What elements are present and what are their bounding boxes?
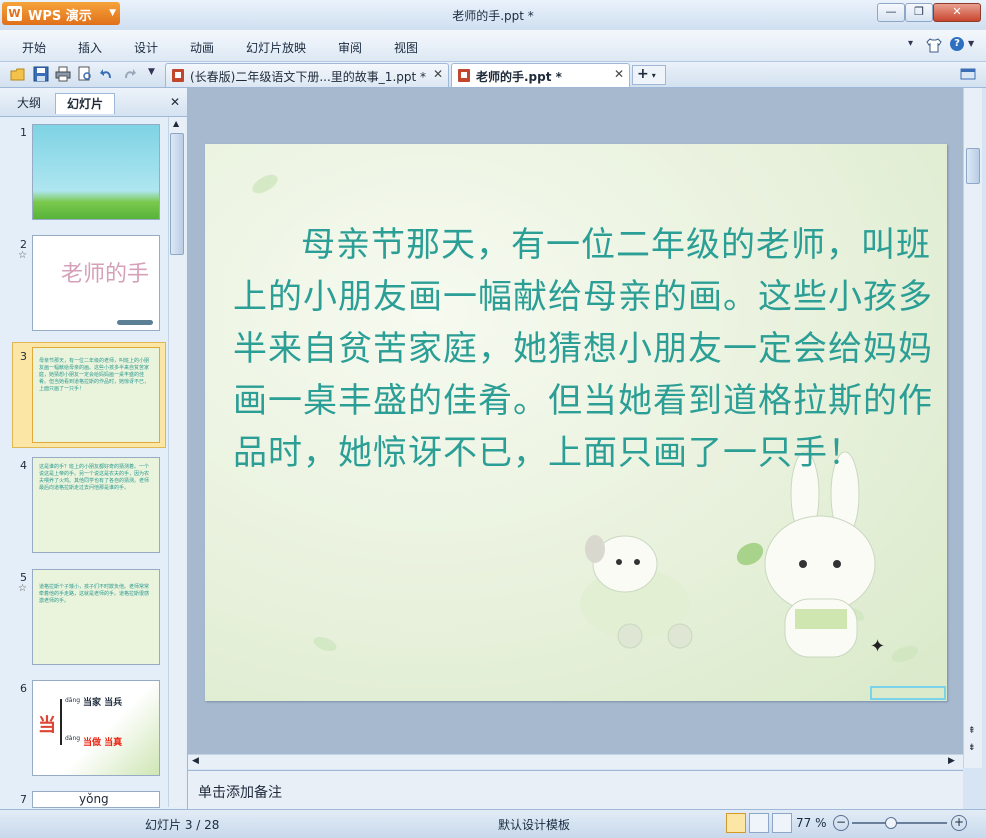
panel-tabs: 大纲 幻灯片 ✕ <box>0 88 187 117</box>
normal-view-button[interactable] <box>726 813 746 833</box>
thumb-text: 母亲节那天，有一位二年级的老师，叫班上的小朋友画一幅献给母亲的画。这些小孩多半来… <box>39 358 150 392</box>
dog-illustration <box>580 535 693 649</box>
prev-slide-icon[interactable]: ⇞ <box>968 726 976 736</box>
slide-thumb-4[interactable]: 这是谁的手？班上的小朋友都好奇的猜测着。一个说这是上帝的手。另一个说这是农夫的手… <box>32 457 160 553</box>
save-icon[interactable] <box>33 66 49 82</box>
print-icon[interactable] <box>55 66 71 82</box>
svg-text:✦: ✦ <box>870 636 885 657</box>
zoom-in-button[interactable]: + <box>951 815 967 831</box>
thumb-title: 老师的手 <box>61 262 150 287</box>
animation-star-icon: ☆ <box>18 583 27 594</box>
tab-outline[interactable]: 大纲 <box>9 93 49 113</box>
help-icon[interactable]: ? <box>950 37 964 51</box>
thumb-words: 当家 当兵 <box>83 698 123 708</box>
new-tab-button[interactable]: + ▾ <box>632 65 666 85</box>
print-preview-icon[interactable] <box>77 66 93 82</box>
slideshow-view-button[interactable] <box>772 813 792 833</box>
tab-close-icon[interactable]: ✕ <box>614 67 624 81</box>
scroll-up-icon[interactable]: ▲ <box>173 119 179 128</box>
toolbar-dropdown-icon[interactable]: ▼ <box>148 67 155 77</box>
chevron-down-icon: ▼ <box>109 8 116 18</box>
zoom-level: 77 % <box>796 816 827 830</box>
nav-buttons-icon <box>117 320 153 325</box>
menu-animation[interactable]: 动画 <box>190 39 214 56</box>
restore-button[interactable]: ❐ <box>905 3 933 22</box>
undo-icon[interactable] <box>99 66 115 82</box>
redo-icon[interactable] <box>121 66 137 82</box>
status-bar: 幻灯片 3 / 28 默认设计模板 77 % − + <box>0 809 986 838</box>
zoom-slider-knob[interactable] <box>885 817 897 829</box>
tab-doc-1[interactable]: (长春版)二年级语文下册...里的故事_1.ppt * ✕ <box>165 63 449 87</box>
thumb-text: 这是谁的手？班上的小朋友都好奇的猜测着。一个说这是上帝的手。另一个说这是农夫的手… <box>39 464 150 491</box>
slides-panel: 大纲 幻灯片 ✕ 1 2 ☆ 老师的手 3 母亲节那天，有一位二年级的老师，叫班… <box>0 88 188 809</box>
thumb-number: 4 <box>20 459 27 472</box>
slide-editor: ✦ 母亲节那天，有一位二年级的老师，叫班上的小朋友画一幅献给母亲的画。这些小孩多… <box>188 88 982 769</box>
slide-thumb-3[interactable]: 母亲节那天，有一位二年级的老师，叫班上的小朋友画一幅献给母亲的画。这些小孩多半来… <box>32 347 160 443</box>
thumb-char: 当 <box>38 715 56 736</box>
slide-thumb-1[interactable] <box>32 124 160 220</box>
template-name[interactable]: 默认设计模板 <box>498 816 570 833</box>
thumb-number: 6 <box>20 682 27 695</box>
slide-body-text[interactable]: 母亲节那天，有一位二年级的老师，叫班上的小朋友画一幅献给母亲的画。这些小孩多半来… <box>233 219 933 479</box>
thumb-bracket <box>60 699 62 745</box>
thumb-pinyin: yǒng <box>79 792 109 806</box>
menu-view[interactable]: 视图 <box>394 39 418 56</box>
app-name: WPS 演示 <box>28 9 92 24</box>
zoom-slider[interactable] <box>852 817 947 829</box>
slide-thumb-5[interactable]: 道格拉斯个子矮小，孩子们不时欺负他。老师常常牵着他的手走路，这就是老师的手。道格… <box>32 569 160 665</box>
ppt-file-icon <box>458 69 470 82</box>
slide-sorter-view-button[interactable] <box>749 813 769 833</box>
title-bar: 老师的手.ppt * W WPS 演示 ▼ — ❐ ✕ <box>0 0 986 31</box>
menu-review[interactable]: 审阅 <box>338 39 362 56</box>
panel-scroll-thumb[interactable] <box>170 133 184 255</box>
tab-doc-1-label: (长春版)二年级语文下册...里的故事_1.ppt * <box>190 70 427 84</box>
slide-scroll-thumb[interactable] <box>966 148 980 184</box>
menu-slideshow[interactable]: 幻灯片放映 <box>246 39 306 56</box>
rabbit-illustration <box>736 451 876 658</box>
next-slide-icon[interactable]: ⇟ <box>968 743 976 753</box>
ppt-file-icon <box>172 69 184 82</box>
help-dropdown-icon[interactable]: ▼ <box>968 39 974 48</box>
menu-home[interactable]: 开始 <box>22 39 46 56</box>
thumb-number: 7 <box>20 793 27 806</box>
animation-star-icon: ☆ <box>18 250 27 261</box>
thumb-pinyin: dāng <box>65 697 81 704</box>
notes-placeholder: 单击添加备注 <box>198 785 282 801</box>
slide-counter: 幻灯片 3 / 28 <box>145 818 220 832</box>
tab-doc-2[interactable]: 老师的手.ppt * ✕ <box>451 63 630 87</box>
thumb-words: 当做 当真 <box>83 738 123 748</box>
skin-shirt-icon[interactable] <box>926 38 942 53</box>
panel-close-icon[interactable]: ✕ <box>170 95 180 109</box>
slide-scrollbar[interactable]: ⇞ ⇟ <box>963 88 982 768</box>
current-slide[interactable]: ✦ 母亲节那天，有一位二年级的老师，叫班上的小朋友画一幅献给母亲的画。这些小孩多… <box>205 144 947 701</box>
quick-toolbar: ▼ (长春版)二年级语文下册...里的故事_1.ppt * ✕ 老师的手.ppt… <box>0 62 986 88</box>
wps-logo-icon: W <box>7 6 22 21</box>
slide-thumb-7[interactable]: yǒng <box>32 791 160 808</box>
tab-close-icon[interactable]: ✕ <box>433 67 443 81</box>
thumb-number: 1 <box>20 126 27 139</box>
app-menu-button[interactable]: W WPS 演示 ▼ <box>2 2 120 25</box>
menu-bar: 开始 插入 设计 动画 幻灯片放映 审阅 视图 ▾ ? ▼ <box>0 30 986 62</box>
zoom-out-button[interactable]: − <box>833 815 849 831</box>
scroll-right-icon[interactable]: ▶ <box>948 756 955 766</box>
open-folder-icon[interactable] <box>10 66 26 82</box>
collapse-ribbon-icon[interactable]: ▾ <box>908 38 913 49</box>
tab-slides[interactable]: 幻灯片 <box>55 93 115 114</box>
menu-design[interactable]: 设计 <box>134 39 158 56</box>
slide-thumb-6[interactable]: 当 dāng 当家 当兵 dàng 当做 当真 <box>32 680 160 776</box>
scroll-left-icon[interactable]: ◀ <box>192 756 199 766</box>
panel-scrollbar[interactable]: ▲ <box>168 117 185 807</box>
notes-pane[interactable]: 单击添加备注 <box>188 770 963 809</box>
thumb-text: 道格拉斯个子矮小，孩子们不时欺负他。老师常常牵着他的手走路，这就是老师的手。道格… <box>39 584 150 604</box>
slide-thumb-2[interactable]: 老师的手 <box>32 235 160 331</box>
thumb-pinyin: dàng <box>65 735 81 742</box>
tab-doc-2-label: 老师的手.ppt * <box>476 70 562 84</box>
horizontal-scrollbar[interactable]: ◀ ▶ <box>188 754 963 769</box>
menu-insert[interactable]: 插入 <box>78 39 102 56</box>
window-title: 老师的手.ppt * <box>452 9 534 23</box>
thumb-number: 3 <box>20 350 27 363</box>
close-button[interactable]: ✕ <box>933 3 981 22</box>
window-layout-icon[interactable] <box>960 66 976 82</box>
minimize-button[interactable]: — <box>877 3 905 22</box>
